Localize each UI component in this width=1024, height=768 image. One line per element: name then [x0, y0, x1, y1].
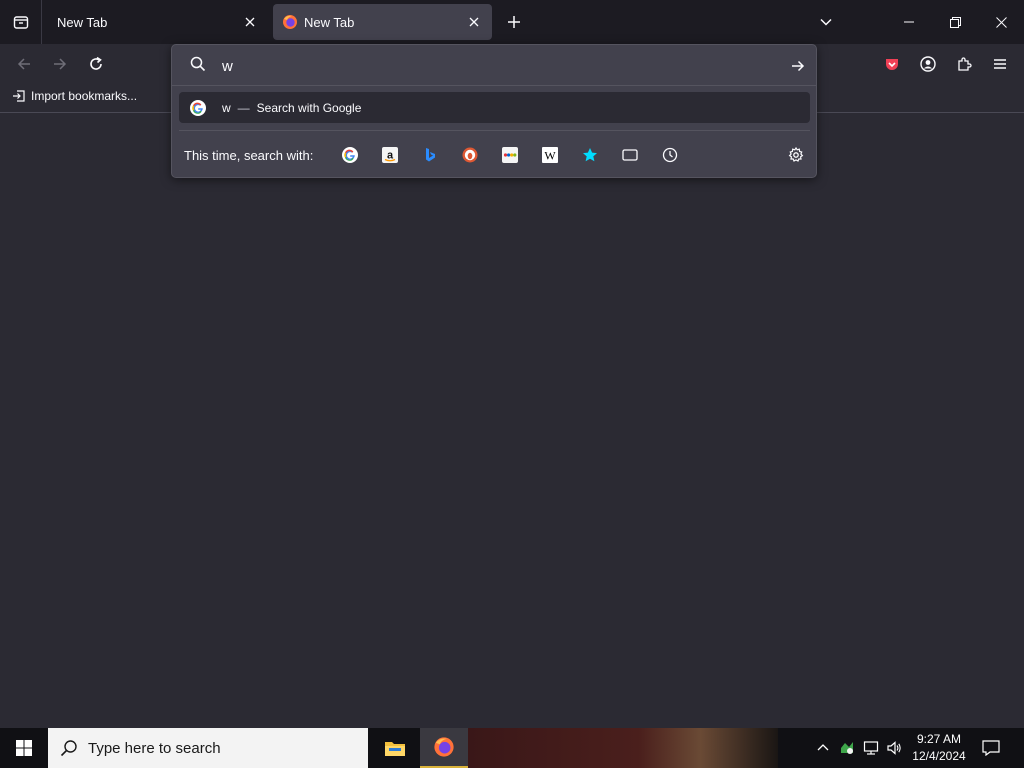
action-center-button[interactable]	[978, 736, 1004, 760]
close-icon	[245, 17, 255, 27]
back-icon	[17, 58, 30, 70]
extensions-icon	[958, 57, 972, 71]
bookmarks-star-icon	[583, 148, 597, 162]
import-bookmarks-button[interactable]: Import bookmarks...	[12, 89, 137, 103]
taskbar-search-box[interactable]: Type here to search	[48, 728, 368, 768]
start-button[interactable]	[0, 728, 48, 768]
search-settings-button[interactable]	[785, 144, 807, 166]
history-icon	[662, 147, 678, 163]
windows-logo-icon	[16, 740, 32, 756]
duckduckgo-icon	[462, 147, 478, 163]
arrow-right-icon	[792, 60, 805, 72]
close-icon	[469, 17, 479, 27]
import-icon	[13, 90, 25, 102]
forward-icon	[54, 58, 67, 70]
pocket-button[interactable]	[880, 52, 904, 76]
forward-button[interactable]	[48, 52, 72, 76]
search-suggestion-row[interactable]: w — Search with Google	[179, 92, 810, 123]
tab-new-tab-2-active[interactable]: New Tab	[273, 4, 492, 40]
account-icon	[920, 56, 936, 72]
page-content	[0, 114, 1024, 728]
ebay-icon	[502, 147, 518, 163]
close-window-button[interactable]	[978, 0, 1024, 44]
taskbar-file-explorer[interactable]	[371, 728, 419, 768]
suggestion-query: w	[222, 100, 231, 115]
oneoff-bookmarks-button[interactable]	[579, 144, 601, 166]
app-menu-button[interactable]	[988, 52, 1012, 76]
suggestion-separator: —	[237, 100, 250, 115]
suggestion-action: Search with Google	[256, 100, 362, 115]
list-all-tabs-button[interactable]	[814, 10, 838, 34]
green-app-icon	[841, 742, 853, 754]
taskbar-firefox[interactable]	[420, 728, 468, 768]
divider	[179, 130, 810, 131]
pocket-icon	[886, 59, 898, 70]
tab-new-tab-1[interactable]: New Tab	[44, 4, 268, 40]
show-hidden-icons-button[interactable]	[813, 738, 833, 758]
chevron-up-icon	[817, 744, 829, 751]
network-icon	[863, 741, 879, 755]
account-button[interactable]	[916, 52, 940, 76]
menu-icon	[994, 59, 1006, 69]
one-off-search-label: This time, search with:	[184, 148, 314, 163]
clock-time: 9:27 AM	[916, 732, 962, 746]
svg-text:W: W	[544, 149, 556, 163]
restore-button[interactable]	[932, 0, 978, 44]
urlbar-dropdown: w — Search with Google This time, search…	[171, 44, 817, 178]
tray-app-icon[interactable]	[837, 738, 857, 758]
speaker-icon	[887, 741, 901, 755]
folder-icon	[385, 742, 405, 756]
oneoff-history-button[interactable]	[659, 144, 681, 166]
tab-title: New Tab	[304, 14, 355, 30]
close-icon	[995, 16, 1007, 28]
gear-icon	[788, 147, 804, 162]
oneoff-tabs-button[interactable]	[619, 144, 641, 166]
chevron-down-icon	[820, 18, 832, 26]
firefox-view-icon	[13, 16, 28, 29]
minimize-icon	[904, 21, 914, 23]
wikipedia-icon: W	[542, 147, 558, 163]
search-icon	[190, 56, 206, 77]
tab-close-button[interactable]	[462, 10, 486, 34]
firefox-icon	[434, 737, 454, 757]
oneoff-ebay-button[interactable]	[499, 144, 521, 166]
go-button[interactable]	[786, 54, 810, 78]
google-icon	[342, 147, 358, 163]
tabs-icon	[622, 149, 638, 161]
windows-taskbar: Type here to search 9:27 AM 12/4/2024	[0, 728, 1024, 768]
minimize-button[interactable]	[886, 0, 932, 44]
network-button[interactable]	[861, 738, 881, 758]
tab-strip: New Tab New Tab	[0, 0, 1024, 44]
taskbar-background	[468, 728, 778, 768]
new-tab-button[interactable]	[502, 10, 526, 34]
clock-date: 12/4/2024	[912, 749, 966, 763]
volume-button[interactable]	[884, 738, 904, 758]
bing-icon	[426, 148, 435, 162]
url-input[interactable]	[222, 55, 762, 77]
oneoff-duckduckgo-button[interactable]	[459, 144, 481, 166]
reload-icon	[90, 56, 102, 70]
oneoff-bing-button[interactable]	[419, 144, 441, 166]
system-clock[interactable]: 9:27 AM 12/4/2024	[905, 731, 973, 765]
tab-title: New Tab	[57, 14, 108, 30]
tab-close-button[interactable]	[238, 10, 262, 34]
notification-icon	[982, 740, 1000, 756]
divider	[172, 85, 816, 86]
search-icon	[60, 740, 77, 757]
oneoff-google-button[interactable]	[339, 144, 361, 166]
firefox-icon	[283, 15, 297, 29]
google-icon	[190, 99, 206, 116]
restore-icon	[949, 16, 961, 28]
import-bookmarks-label: Import bookmarks...	[31, 89, 138, 103]
taskbar-search-placeholder: Type here to search	[88, 739, 221, 757]
extensions-button[interactable]	[952, 52, 976, 76]
firefox-view-button[interactable]	[0, 0, 42, 44]
amazon-icon: a	[382, 147, 398, 163]
reload-button[interactable]	[84, 52, 108, 76]
oneoff-wikipedia-button[interactable]: W	[539, 144, 561, 166]
plus-icon	[508, 16, 520, 28]
oneoff-amazon-button[interactable]: a	[379, 144, 401, 166]
back-button[interactable]	[12, 52, 36, 76]
